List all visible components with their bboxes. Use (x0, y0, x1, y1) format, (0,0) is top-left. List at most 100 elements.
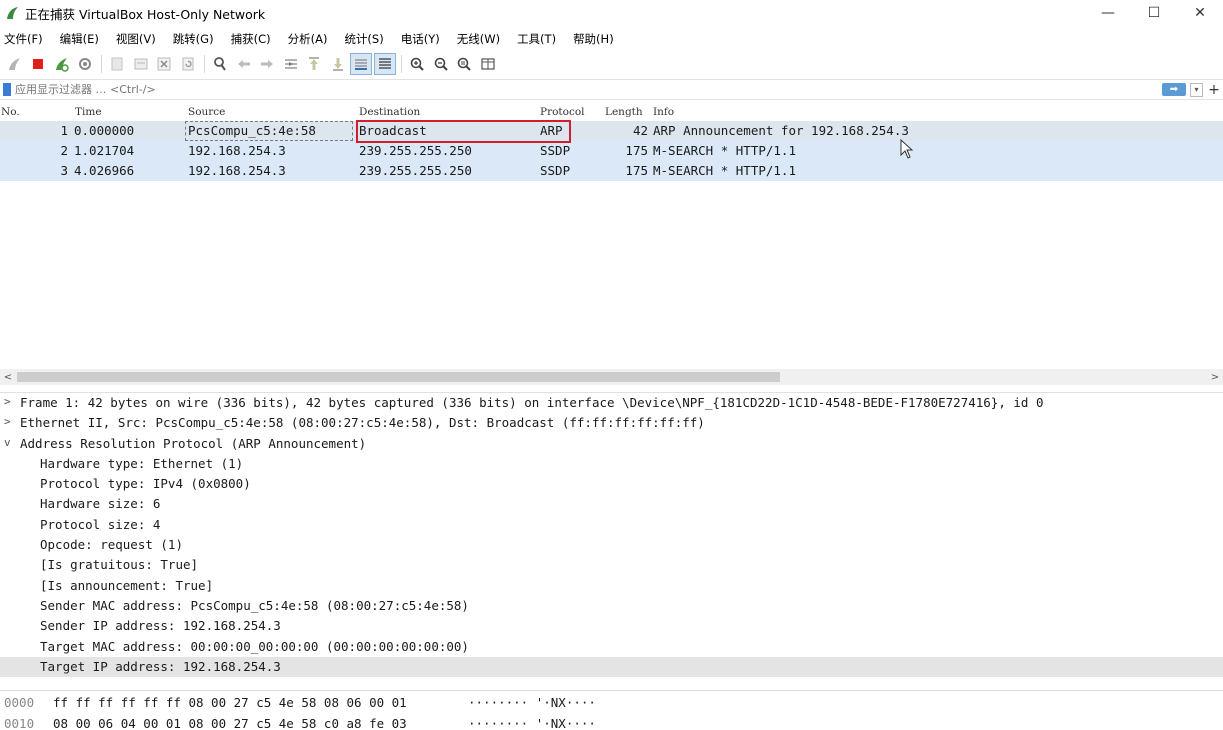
tree-item-frame[interactable]: > Frame 1: 42 bytes on wire (336 bits), … (0, 393, 1223, 413)
bytes-row[interactable]: 0000 ff ff ff ff ff ff 08 00 27 c5 4e 58… (0, 693, 1223, 712)
menu-wireless[interactable]: 无线(W) (457, 31, 500, 47)
zoom-normal-button[interactable] (453, 53, 475, 75)
col-header-protocol[interactable]: Protocol (540, 106, 585, 118)
tree-field-label: Opcode: request (1) (40, 537, 183, 553)
collapse-arrow-icon[interactable]: v (4, 436, 11, 449)
packet-row[interactable]: 3 4.026966 192.168.254.3 239.255.255.250… (0, 161, 1223, 181)
go-to-packet-button[interactable] (280, 53, 302, 75)
filter-history-dropdown[interactable]: ▾ (1190, 82, 1203, 97)
reload-icon (182, 57, 193, 71)
colorize-toggle[interactable] (373, 53, 396, 75)
stop-icon (32, 59, 43, 69)
menu-bar: 文件(F) 编辑(E) 视图(V) 跳转(G) 捕获(C) 分析(A) 统计(S… (0, 29, 1223, 49)
find-packet-button[interactable] (209, 53, 231, 75)
tree-item-ethernet[interactable]: > Ethernet II, Src: PcsCompu_c5:4e:58 (0… (0, 413, 1223, 433)
go-last-button[interactable] (327, 53, 349, 75)
zoom-in-button[interactable] (406, 53, 428, 75)
tree-field-protocol-type[interactable]: Protocol type: IPv4 (0x0800) (0, 474, 1223, 494)
start-capture-button[interactable] (3, 53, 25, 75)
close-file-button[interactable] (153, 53, 175, 75)
stop-capture-button[interactable] (27, 53, 49, 75)
tree-field-target-ip[interactable]: Target IP address: 192.168.254.3 (0, 656, 1223, 678)
start-icon (9, 58, 20, 70)
resize-columns-button[interactable] (477, 53, 499, 75)
zoom-normal-icon (457, 57, 471, 71)
tree-field-hardware-size[interactable]: Hardware size: 6 (0, 494, 1223, 514)
scroll-left-arrow-icon[interactable]: < (0, 369, 16, 385)
col-header-info[interactable]: Info (653, 106, 674, 118)
capture-options-button[interactable] (74, 53, 96, 75)
col-header-source[interactable]: Source (188, 106, 225, 118)
zoom-out-icon (434, 57, 448, 71)
tree-field-is-gratuitous[interactable]: [Is gratuitous: True] (0, 555, 1223, 575)
filter-bookmark-icon[interactable] (3, 83, 11, 96)
packet-list-hscrollbar[interactable]: < > (0, 369, 1223, 385)
display-filter-input[interactable] (15, 80, 1162, 99)
open-icon (111, 57, 123, 71)
tree-field-protocol-size[interactable]: Protocol size: 4 (0, 515, 1223, 535)
find-icon (214, 57, 226, 71)
scroll-right-arrow-icon[interactable]: > (1207, 369, 1223, 385)
packet-info: M-SEARCH * HTTP/1.1 (653, 163, 796, 178)
expand-arrow-icon[interactable]: > (4, 395, 11, 408)
tree-field-hardware-type[interactable]: Hardware type: Ethernet (1) (0, 454, 1223, 474)
add-filter-button[interactable]: + (1207, 82, 1221, 98)
packet-time: 1.021704 (74, 143, 135, 158)
tree-field-opcode[interactable]: Opcode: request (1) (0, 535, 1223, 555)
menu-tools[interactable]: 工具(T) (517, 31, 556, 47)
tree-field-label: [Is announcement: True] (40, 577, 214, 593)
close-button[interactable]: ✕ (1177, 0, 1223, 26)
scrollbar-thumb[interactable] (17, 372, 780, 382)
tree-field-target-mac[interactable]: Target MAC address: 00:00:00_00:00:00 (0… (0, 637, 1223, 657)
menu-capture[interactable]: 捕获(C) (231, 31, 271, 47)
go-first-button[interactable] (303, 53, 325, 75)
apply-filter-button[interactable]: ➡ (1162, 83, 1186, 96)
tree-field-label: Target MAC address: 00:00:00_00:00:00 (0… (40, 638, 469, 654)
display-filter-bar: ➡ ▾ + (0, 79, 1223, 100)
packet-length: 175 (625, 163, 648, 178)
tree-item-arp[interactable]: v Address Resolution Protocol (ARP Annou… (0, 434, 1223, 454)
title-bar: 正在捕获 VirtualBox Host-Only Network — ☐ ✕ (0, 0, 1223, 26)
zoom-in-icon (410, 57, 424, 71)
col-header-destination[interactable]: Destination (359, 106, 420, 118)
col-header-time[interactable]: Time (75, 106, 102, 118)
restart-icon (56, 58, 69, 72)
resize-columns-icon (480, 58, 495, 70)
menu-file[interactable]: 文件(F) (4, 31, 43, 47)
colorize-icon (378, 58, 391, 69)
menu-view[interactable]: 视图(V) (116, 31, 156, 47)
tree-field-sender-mac[interactable]: Sender MAC address: PcsCompu_c5:4e:58 (0… (0, 596, 1223, 616)
go-forward-button[interactable] (256, 53, 278, 75)
mouse-cursor-icon (900, 139, 914, 159)
autoscroll-toggle[interactable] (350, 53, 372, 75)
window-title: 正在捕获 VirtualBox Host-Only Network (25, 6, 266, 22)
go-back-button[interactable] (233, 53, 255, 75)
tree-field-label: Target IP address: 192.168.254.3 (40, 658, 281, 674)
forward-icon (261, 60, 273, 68)
packet-row[interactable]: 2 1.021704 192.168.254.3 239.255.255.250… (0, 141, 1223, 161)
reload-file-button[interactable] (177, 53, 199, 75)
save-icon (134, 58, 147, 70)
bytes-hex: ff ff ff ff ff ff 08 00 27 c5 4e 58 08 0… (53, 695, 407, 710)
maximize-button[interactable]: ☐ (1131, 0, 1177, 26)
packet-time: 4.026966 (74, 163, 135, 178)
menu-edit[interactable]: 编辑(E) (60, 31, 99, 47)
packet-row[interactable]: 1 0.000000 PcsCompu_c5:4e:58 Broadcast A… (0, 121, 1223, 141)
zoom-out-button[interactable] (430, 53, 452, 75)
col-header-length[interactable]: Length (605, 106, 643, 118)
open-file-button[interactable] (106, 53, 128, 75)
expand-arrow-icon[interactable]: > (4, 415, 11, 428)
menu-help[interactable]: 帮助(H) (573, 31, 614, 47)
tree-field-is-announcement[interactable]: [Is announcement: True] (0, 576, 1223, 596)
save-file-button[interactable] (130, 53, 152, 75)
menu-telephony[interactable]: 电话(Y) (401, 31, 440, 47)
minimize-button[interactable]: — (1085, 0, 1131, 26)
restart-capture-button[interactable] (50, 53, 72, 75)
menu-go[interactable]: 跳转(G) (173, 31, 214, 47)
col-header-no[interactable]: No. (1, 106, 20, 118)
menu-analyze[interactable]: 分析(A) (288, 31, 328, 47)
bytes-row[interactable]: 0010 08 00 06 04 00 01 08 00 27 c5 4e 58… (0, 714, 1223, 730)
tree-field-sender-ip[interactable]: Sender IP address: 192.168.254.3 (0, 616, 1223, 636)
menu-statistics[interactable]: 统计(S) (344, 31, 383, 47)
window-controls: — ☐ ✕ (1085, 0, 1223, 26)
